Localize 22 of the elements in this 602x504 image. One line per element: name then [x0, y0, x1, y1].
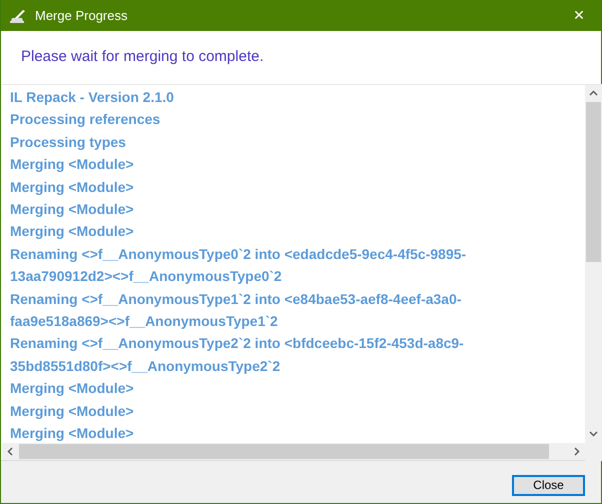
- log-line: Merging <Module>: [10, 155, 134, 174]
- window-title: Merge Progress: [35, 8, 128, 23]
- log-line: Renaming <>f__AnonymousType2`2 into <bfdceebc-15f2-453d-a8c9-35bd8551d80f><>f__AnonymousType2`2: [10, 334, 465, 376]
- horizontal-scrollbar[interactable]: [2, 443, 585, 460]
- log-line: Processing types: [10, 132, 126, 152]
- vertical-scrollbar[interactable]: [585, 85, 602, 461]
- close-dialog-button[interactable]: Close: [512, 474, 585, 496]
- log-line: Merging <Module>: [10, 200, 134, 220]
- app-icon: [9, 8, 27, 22]
- log-line: Merging <Module>: [10, 379, 134, 398]
- status-message: Please wait for merging to complete.: [21, 48, 264, 65]
- scroll-thumb[interactable]: [586, 102, 601, 262]
- log-line: Merging <Module>: [10, 424, 134, 442]
- log-line: Processing references: [10, 110, 160, 130]
- scroll-thumb[interactable]: [19, 444, 549, 459]
- log-line: Merging <Module>: [10, 222, 134, 242]
- log-line: Merging <Module>: [10, 178, 134, 197]
- log-line: Renaming <>f__AnonymousType1`2 into <e84bae53-aef8-4eef-a3a0-faa9e518a869><>f__AnonymousType1`2: [10, 290, 462, 332]
- log-line: Merging <Module>: [10, 402, 134, 421]
- close-button[interactable]: ✕: [557, 0, 601, 31]
- log-line: IL Repack - Version 2.1.0: [10, 88, 174, 107]
- log-line: Renaming <>f__AnonymousType0`2 into <edadcde5-9ec4-4f5c-9895-13aa790912d2><>f__AnonymousType0`2: [10, 244, 468, 286]
